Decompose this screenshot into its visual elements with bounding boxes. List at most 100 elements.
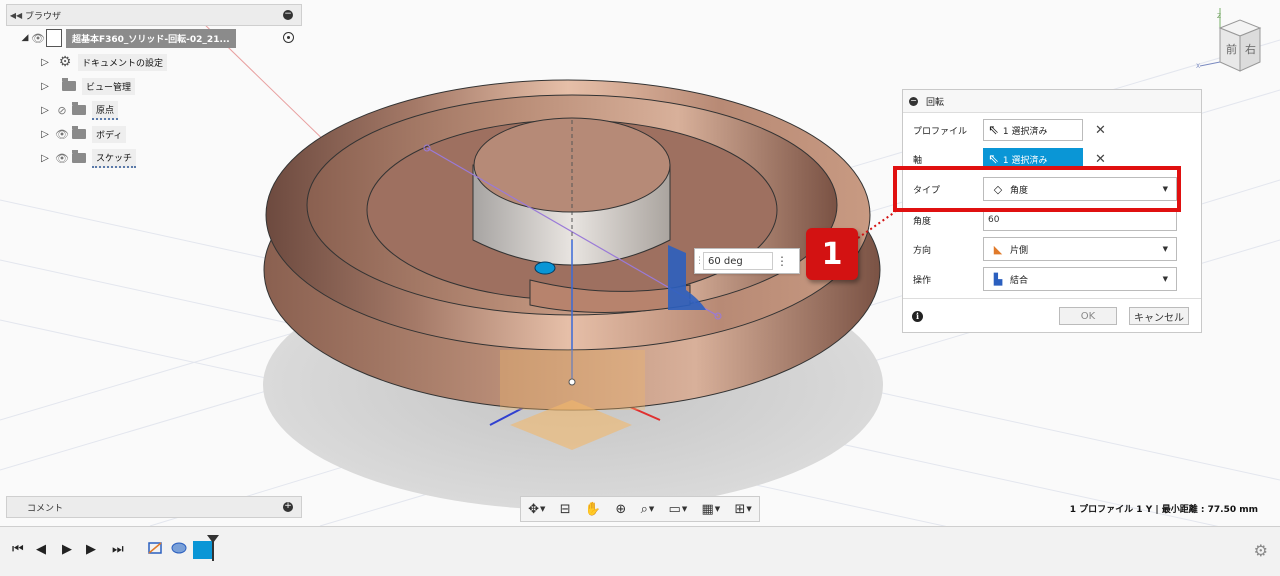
folder-icon — [72, 150, 86, 163]
expanded-triangle-icon[interactable]: ◢ — [20, 33, 30, 43]
browser-item-label: スケッチ — [92, 148, 137, 168]
operation-label: 操作 — [913, 275, 932, 286]
eye-icon[interactable]: 👁 — [54, 152, 70, 165]
sketch-feature-icon[interactable] — [147, 539, 165, 557]
cursor-icon: ⇖ — [988, 122, 999, 138]
eye-hidden-icon[interactable]: ⊘ — [54, 104, 70, 117]
browser-item-bodies[interactable]: ▷ 👁 ボディ — [6, 122, 302, 146]
navigation-toolbar: ✥ ▼ ⊟ ✋ ⊕ ⌕ ▼ ▭ ▼ ▦ ▼ ⊞ ▼ — [520, 496, 760, 522]
dialog-header[interactable]: − 回転 — [903, 90, 1201, 113]
browser-item-label: ビュー管理 — [82, 77, 136, 95]
dropdown-caret-icon: ▼ — [1162, 185, 1168, 193]
view-cube-right-label: 右 — [1245, 42, 1256, 56]
revolve-dialog: − 回転 プロファイル ⇖ 1 選択済み ✕ 軸 ⇖ 1 選択済み ✕ タイプ … — [902, 89, 1202, 333]
expand-triangle-icon[interactable]: ▷ — [40, 81, 50, 92]
eye-icon[interactable]: 👁 — [54, 128, 70, 141]
folder-icon — [62, 78, 76, 91]
collapse-dialog-icon[interactable]: − — [909, 96, 918, 106]
type-row: タイプ ◇ 角度 ▼ — [903, 176, 1201, 202]
angle-field[interactable] — [983, 209, 1177, 231]
axis-select-button[interactable]: ⇖ 1 選択済み — [983, 148, 1083, 170]
rotation-handle[interactable] — [534, 261, 556, 275]
browser-item-named-views[interactable]: ▷ ビュー管理 — [6, 74, 302, 98]
info-icon[interactable]: i — [912, 310, 923, 322]
comments-header[interactable]: コメント + — [6, 496, 302, 518]
pan-button[interactable]: ✋ — [585, 502, 601, 517]
fit-button[interactable]: ⌕ ▼ — [641, 502, 655, 517]
collapse-icon[interactable]: ◀◀ — [7, 11, 25, 20]
zoom-button[interactable]: ⊕ — [615, 502, 626, 517]
revolve-feature-icon[interactable] — [170, 539, 188, 557]
cancel-button[interactable]: キャンセル — [1129, 307, 1189, 325]
angle-label: 角度 — [913, 216, 932, 227]
browser-item-sketches[interactable]: ▷ 👁 スケッチ — [6, 146, 302, 170]
drag-grip-icon[interactable]: ⋮ — [695, 256, 704, 266]
direction-row: 方向 ◣ 片側 ▼ — [903, 236, 1201, 262]
origin-point — [568, 378, 576, 386]
clear-profile-icon[interactable]: ✕ — [1095, 123, 1106, 138]
expand-triangle-icon[interactable]: ▷ — [40, 105, 50, 116]
gear-icon[interactable]: ⚙ — [1254, 541, 1268, 560]
browser-root[interactable]: ◢ 👁 超基本F360_ソリッド-回転-02_21... — [6, 26, 302, 50]
type-label: タイプ — [913, 185, 941, 196]
x-axis-indicator — [1199, 61, 1221, 67]
pan-hand-icon: ✋ — [584, 501, 602, 517]
active-feature-marker[interactable] — [193, 535, 219, 561]
step-forward-icon[interactable]: ▶ — [86, 542, 96, 557]
root-label[interactable]: 超基本F360_ソリッド-回転-02_21... — [66, 28, 236, 48]
profile-label: プロファイル — [913, 126, 968, 137]
folder-icon — [72, 126, 86, 139]
folder-icon — [72, 102, 86, 115]
browser-item-origin[interactable]: ▷ ⊘ 原点 — [6, 98, 302, 122]
pin-icon[interactable]: − — [283, 10, 293, 20]
step-back-icon[interactable]: ◀ — [36, 542, 46, 557]
browser-item-label: ドキュメントの設定 — [78, 53, 168, 71]
profile-value: 1 選択済み — [1002, 126, 1048, 137]
z-label: Z — [1217, 13, 1221, 20]
direction-value: 片側 — [1010, 245, 1029, 256]
eye-icon[interactable]: 👁 — [30, 32, 46, 45]
expand-triangle-icon[interactable]: ▷ — [40, 129, 50, 140]
add-comment-icon[interactable]: + — [283, 502, 293, 512]
monitor-icon: ▭ — [668, 501, 681, 517]
ok-button[interactable]: OK — [1059, 307, 1117, 325]
go-to-start-icon[interactable]: ⏮ — [12, 542, 24, 557]
view-cube[interactable]: 前 右 Z X — [1190, 6, 1270, 86]
view-cube-front-label: 前 — [1226, 42, 1237, 56]
angle-row: 角度 — [903, 207, 1201, 233]
comments-title: コメント — [27, 503, 64, 514]
activate-icon[interactable] — [283, 32, 294, 43]
orbit-button[interactable]: ✥ ▼ — [528, 502, 545, 517]
viewports-button[interactable]: ⊞ ▼ — [734, 502, 751, 517]
gear-icon: ⚙ — [58, 54, 72, 70]
profile-select-button[interactable]: ⇖ 1 選択済み — [983, 119, 1083, 141]
type-value: 角度 — [1010, 185, 1029, 196]
go-to-end-icon[interactable]: ⏭ — [112, 542, 124, 557]
dropdown-caret-icon: ▼ — [1162, 275, 1168, 283]
orbit-icon: ✥ — [528, 501, 540, 517]
clear-axis-icon[interactable]: ✕ — [1095, 152, 1106, 167]
axis-value: 1 選択済み — [1002, 155, 1048, 166]
angle-type-icon: ◇ — [993, 182, 1003, 196]
more-options-icon[interactable]: ⋮ — [773, 254, 791, 268]
expand-triangle-icon[interactable]: ▷ — [40, 57, 50, 68]
one-side-icon: ◣ — [993, 242, 1003, 256]
operation-select[interactable]: ▙ 結合 ▼ — [983, 267, 1177, 291]
dialog-title: 回転 — [926, 97, 945, 108]
look-at-button[interactable]: ⊟ — [560, 502, 571, 517]
display-settings-button[interactable]: ▭ ▼ — [669, 502, 688, 517]
expand-triangle-icon[interactable]: ▷ — [40, 153, 50, 164]
direction-select[interactable]: ◣ 片側 ▼ — [983, 237, 1177, 261]
angle-dimension-input: ⋮ ⋮ — [694, 248, 800, 274]
angle-value-field[interactable] — [703, 252, 773, 270]
operation-value: 結合 — [1010, 275, 1029, 286]
browser-header[interactable]: ◀◀ ブラウザ − — [6, 4, 302, 26]
dropdown-caret-icon: ▼ — [1162, 245, 1168, 253]
look-at-icon: ⊟ — [559, 501, 571, 517]
play-icon[interactable]: ▶ — [62, 542, 72, 557]
grid-button[interactable]: ▦ ▼ — [701, 502, 720, 517]
browser-item-document-settings[interactable]: ▷ ⚙ ドキュメントの設定 — [6, 50, 302, 74]
profile-row: プロファイル ⇖ 1 選択済み ✕ — [903, 117, 1201, 143]
type-select[interactable]: ◇ 角度 ▼ — [983, 177, 1177, 201]
operation-row: 操作 ▙ 結合 ▼ — [903, 266, 1201, 292]
